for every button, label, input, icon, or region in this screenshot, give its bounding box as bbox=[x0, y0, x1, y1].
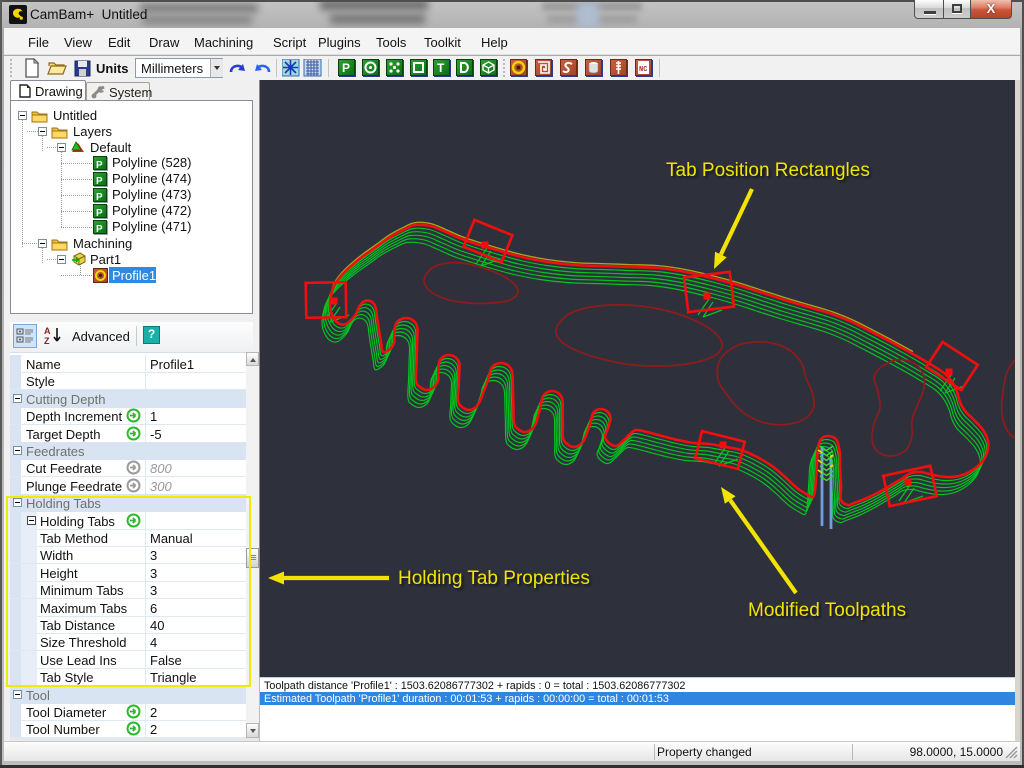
svg-text:T: T bbox=[437, 61, 445, 75]
svg-text:P: P bbox=[342, 61, 350, 75]
svg-text:P: P bbox=[96, 160, 103, 170]
svg-text:P: P bbox=[96, 192, 103, 202]
svg-text:P: P bbox=[96, 208, 103, 218]
svg-text:Z: Z bbox=[44, 336, 50, 346]
svg-text:Holding Tab Properties: Holding Tab Properties bbox=[398, 568, 590, 589]
svg-text:Tab Position Rectangles: Tab Position Rectangles bbox=[666, 160, 870, 181]
svg-text:A: A bbox=[44, 326, 51, 336]
svg-text:Modified Toolpaths: Modified Toolpaths bbox=[748, 600, 906, 621]
svg-text:NC: NC bbox=[639, 66, 647, 74]
svg-text:P: P bbox=[96, 224, 103, 234]
svg-text:P: P bbox=[96, 176, 103, 186]
